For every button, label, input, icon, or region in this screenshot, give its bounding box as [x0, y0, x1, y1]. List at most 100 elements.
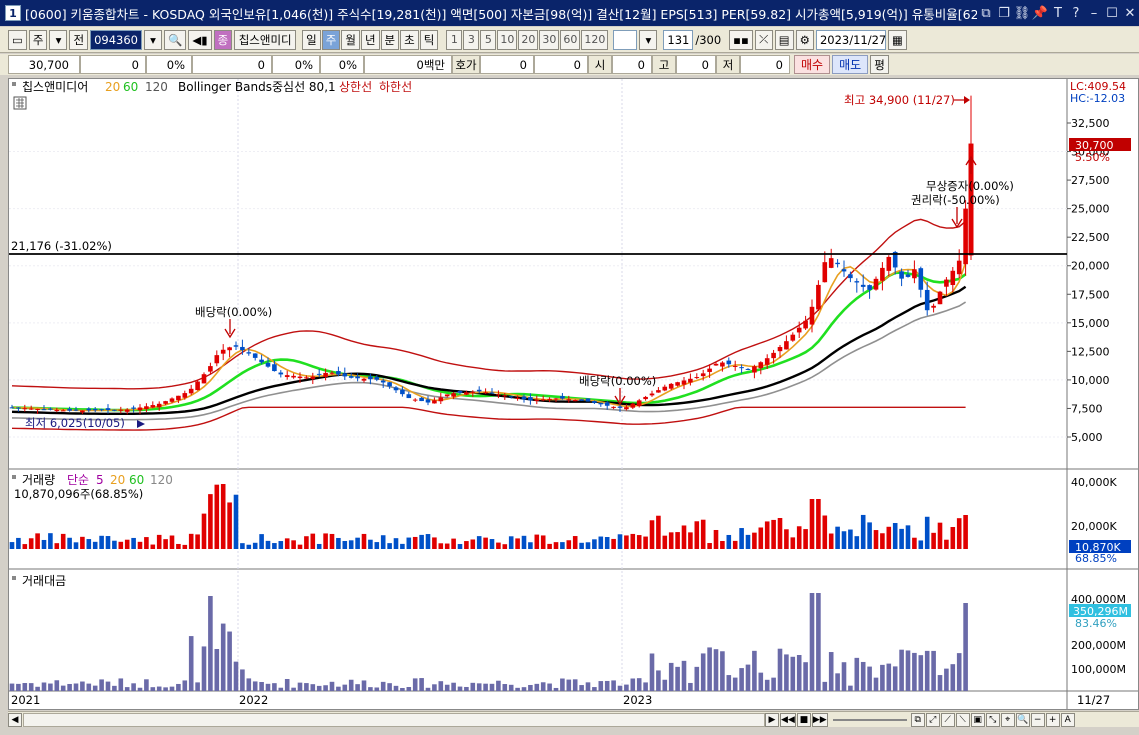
period-button-5[interactable]: 초: [400, 29, 419, 50]
candle-body: [476, 389, 482, 392]
scale-icon[interactable]: ⤡: [985, 712, 1000, 727]
rewind-icon[interactable]: ◀◀: [780, 712, 796, 727]
cursor-icon[interactable]: ⌖: [1000, 712, 1015, 727]
price-tick: 5,000: [1071, 431, 1103, 444]
indicator-icon[interactable]: ▪▪: [729, 29, 753, 50]
zoom-out-icon[interactable]: −: [1030, 712, 1045, 727]
period-button-1[interactable]: 주: [321, 29, 341, 50]
stock-chart-svg[interactable]: 21,176 (-31.02%) 칩스앤미디어 20 60 120 Bollin…: [9, 79, 1138, 709]
trend-icon[interactable]: ⟋: [940, 712, 955, 727]
pin-icon[interactable]: 📌: [1031, 6, 1049, 21]
close-icon[interactable]: ✕: [1121, 6, 1139, 21]
interval-input[interactable]: [613, 29, 638, 50]
sell-button[interactable]: 매도: [832, 55, 869, 74]
period-select[interactable]: 주: [28, 29, 48, 50]
amount-bar: [368, 687, 373, 691]
candle-body: [764, 358, 770, 365]
interval-button-120[interactable]: 120: [581, 29, 609, 50]
copy-icon[interactable]: ⧉: [910, 712, 925, 727]
calendar-icon[interactable]: ▦: [887, 29, 907, 50]
save-icon[interactable]: ▤: [774, 29, 794, 50]
candle-body: [419, 397, 424, 402]
interval-button-1[interactable]: 1: [446, 29, 463, 50]
draw-icon[interactable]: ⤢: [925, 712, 940, 727]
date-input[interactable]: 2023/11/27: [815, 29, 886, 50]
interval-button-20[interactable]: 20: [518, 29, 539, 50]
amount-bar: [291, 687, 296, 691]
scroll-right-icon[interactable]: ▶: [765, 712, 779, 727]
volume-bar: [854, 536, 860, 549]
amount-bar: [118, 678, 124, 691]
candle-body: [137, 407, 143, 411]
chart-area[interactable]: 21,176 (-31.02%) 칩스앤미디어 20 60 120 Bollin…: [8, 78, 1139, 710]
volume-bar: [777, 518, 783, 549]
zoom-in-icon[interactable]: +: [1045, 712, 1060, 727]
volume-bar: [636, 535, 642, 549]
maximize-icon[interactable]: ☐: [1103, 6, 1121, 21]
interval-button-60[interactable]: 60: [560, 29, 581, 50]
period-button-3[interactable]: 년: [360, 29, 380, 50]
period-button-2[interactable]: 월: [341, 29, 360, 50]
period-button-6[interactable]: 틱: [419, 29, 439, 50]
restore-icon[interactable]: ⧉: [977, 6, 995, 21]
prev-button[interactable]: 전: [69, 29, 89, 50]
interval-dropdown-icon[interactable]: ▾: [639, 29, 658, 50]
minimize-icon[interactable]: –: [1085, 6, 1103, 21]
candle-body: [585, 398, 591, 402]
gear-icon[interactable]: ⚙: [795, 29, 814, 50]
amount-bar: [905, 650, 911, 691]
volume-bar: [649, 520, 655, 549]
stock-name[interactable]: 칩스앤미디: [234, 29, 297, 50]
amount-bar: [572, 679, 578, 691]
interval-button-5[interactable]: 5: [480, 29, 497, 50]
count-input[interactable]: 131: [663, 29, 694, 50]
zoom-slider[interactable]: [832, 718, 907, 721]
font-icon[interactable]: T: [1049, 6, 1067, 21]
search-icon[interactable]: 🔍: [164, 29, 187, 50]
candle-body: [931, 305, 936, 308]
scroll-left-icon[interactable]: ◀: [8, 712, 22, 727]
magnify-icon[interactable]: 🔍: [1015, 712, 1030, 727]
app-icon[interactable]: 1: [5, 5, 21, 21]
sound-icon[interactable]: ◀▮: [188, 29, 212, 50]
candle-body: [336, 371, 341, 375]
interval-button-30[interactable]: 30: [539, 29, 560, 50]
window-icon[interactable]: ❐: [995, 6, 1013, 21]
stock-code-input[interactable]: 094360: [90, 29, 143, 50]
tool-icon[interactable]: ⤫: [754, 29, 773, 50]
stock-tag[interactable]: 종: [213, 29, 233, 50]
volume-bar: [937, 522, 943, 549]
link-icon[interactable]: ⛓: [1013, 6, 1031, 21]
volume-bar: [732, 540, 738, 549]
forward-icon[interactable]: ▶▶: [811, 712, 828, 727]
annotation-high: 최고 34,900 (11/27): [844, 93, 955, 107]
scroll-track[interactable]: [23, 712, 765, 727]
flat-button[interactable]: 평: [870, 55, 889, 74]
amount-bar: [163, 687, 168, 691]
volume-bar: [924, 516, 930, 549]
volume-bar: [713, 529, 719, 549]
chevron-down-icon[interactable]: ▾: [49, 29, 68, 50]
amount-bar: [393, 685, 399, 691]
help-icon[interactable]: ?: [1067, 6, 1085, 21]
interval-button-10[interactable]: 10: [497, 29, 518, 50]
buy-button[interactable]: 매수: [794, 55, 831, 74]
candle-body: [400, 389, 405, 395]
text-icon[interactable]: A: [1060, 712, 1075, 727]
main-toolbar: ▭ 주 ▾ 전 094360 ▾ 🔍 ◀▮ 종 칩스앤미디 일주월년분초틱 13…: [0, 27, 1139, 53]
period-button-4[interactable]: 분: [380, 29, 400, 50]
line-icon[interactable]: ⟍: [955, 712, 970, 727]
chart-scrollbar[interactable]: ◀ ▶ ◀◀ ■ ▶▶ ⧉ ⤢ ⟋ ⟍ ▣ ⤡ ⌖ 🔍 − + A: [8, 711, 1139, 727]
layout-icon[interactable]: ▭: [8, 29, 27, 50]
volume-bar: [790, 537, 796, 549]
amount-bar: [252, 681, 258, 691]
amount-bar: [483, 683, 488, 691]
stop-icon[interactable]: ■: [796, 712, 811, 727]
interval-button-3[interactable]: 3: [463, 29, 480, 50]
candle-body: [112, 409, 117, 411]
screen-icon[interactable]: ▣: [970, 712, 985, 727]
period-button-0[interactable]: 일: [302, 29, 321, 50]
candle-body: [566, 399, 572, 401]
code-dropdown-icon[interactable]: ▾: [144, 29, 163, 50]
volume-bar: [809, 499, 815, 549]
